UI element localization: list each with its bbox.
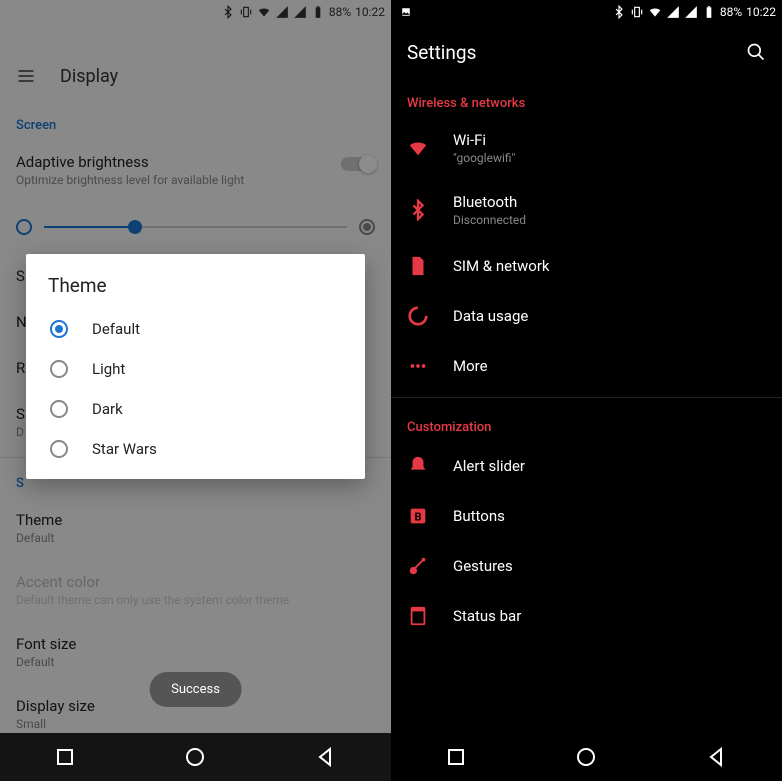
nav-bar [0,733,391,781]
status-time: 10:22 [746,5,776,19]
signal-icon [666,5,680,19]
settings-item-alert-slider[interactable]: Alert slider [391,441,782,491]
item-title: Gestures [453,557,513,575]
page-title: Settings [407,41,476,64]
dialog-title: Theme [26,274,365,309]
item-title: Wi-Fi [453,131,515,149]
theme-dialog: Theme Default Light Dark Star Wars [26,254,365,479]
item-title: SIM & network [453,257,550,275]
bluetooth-icon [612,5,626,19]
option-label: Star Wars [92,440,157,458]
signal-icon-2 [684,5,698,19]
settings-item-bluetooth[interactable]: Bluetooth Disconnected [391,179,782,241]
settings-item-wifi[interactable]: Wi-Fi "googlewifi" [391,117,782,179]
sim-icon [407,255,429,277]
picture-icon [397,5,411,19]
buttons-icon: B [407,505,429,527]
item-title: Status bar [453,607,521,625]
right-phone: 88% 10:22 Settings Wireless & networks W… [391,0,782,781]
battery-percent: 88% [720,5,742,19]
settings-item-data-usage[interactable]: Data usage [391,291,782,341]
statusbar-icon [407,605,429,627]
item-title: Bluetooth [453,193,526,211]
theme-option-light[interactable]: Light [26,349,365,389]
theme-option-dark[interactable]: Dark [26,389,365,429]
radio-icon [50,320,68,338]
item-title: Buttons [453,507,505,525]
search-icon[interactable] [746,42,766,62]
section-label-customization: Customization [391,404,782,441]
settings-item-buttons[interactable]: B Buttons [391,491,782,541]
battery-icon [702,5,716,19]
item-title: Data usage [453,307,528,325]
nav-back-icon[interactable] [314,745,338,769]
nav-recent-icon[interactable] [53,745,77,769]
wifi-icon [648,5,662,19]
theme-option-star-wars[interactable]: Star Wars [26,429,365,469]
option-label: Light [92,360,125,378]
nav-back-icon[interactable] [705,745,729,769]
svg-text:B: B [414,511,421,524]
nav-bar [391,733,782,781]
option-label: Dark [92,400,123,418]
radio-icon [50,440,68,458]
bell-icon [407,455,429,477]
more-icon [407,355,429,377]
app-header: Settings [391,24,782,80]
status-bar: 88% 10:22 [391,0,782,24]
nav-home-icon[interactable] [574,745,598,769]
toast: Success [149,672,242,707]
data-usage-icon [407,305,429,327]
settings-item-gestures[interactable]: Gestures [391,541,782,591]
settings-item-more[interactable]: More [391,341,782,391]
radio-icon [50,360,68,378]
settings-item-sim[interactable]: SIM & network [391,241,782,291]
nav-home-icon[interactable] [183,745,207,769]
vibrate-icon [630,5,644,19]
item-title: More [453,357,488,375]
section-label-wireless: Wireless & networks [391,80,782,117]
item-subtitle: "googlewifi" [453,151,515,165]
gestures-icon [407,555,429,577]
item-title: Alert slider [453,457,525,475]
option-label: Default [92,320,140,338]
divider [391,397,782,398]
item-subtitle: Disconnected [453,213,526,227]
nav-recent-icon[interactable] [444,745,468,769]
bluetooth-icon [407,199,429,221]
settings-item-status-bar[interactable]: Status bar [391,591,782,641]
left-phone: 88% 10:22 Display Screen Adaptive bright… [0,0,391,781]
theme-option-default[interactable]: Default [26,309,365,349]
radio-icon [50,400,68,418]
wifi-icon [407,137,429,159]
